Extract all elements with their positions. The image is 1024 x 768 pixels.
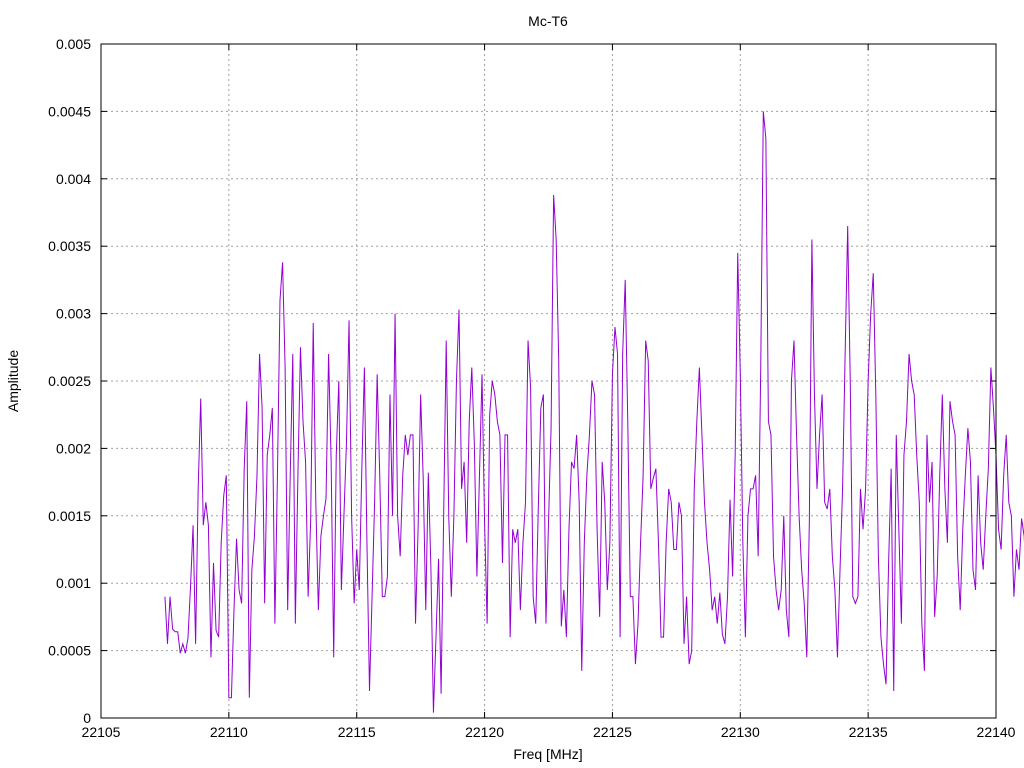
x-axis-label: Freq [MHz] [513, 746, 582, 762]
y-axis-label: Amplitude [5, 350, 21, 412]
x-tick-labels: 22105 22110 22115 22120 22125 22130 22135 22140 [82, 724, 1016, 740]
y-tick-label: 0.0035 [48, 238, 91, 254]
y-tick-label: 0.0005 [48, 643, 91, 659]
y-tick-label: 0 [83, 710, 91, 726]
x-tick-label: 22105 [82, 724, 121, 740]
y-tick-label: 0.001 [56, 575, 91, 591]
y-tick-label: 0.005 [56, 36, 91, 52]
y-tick-label: 0.0045 [48, 103, 91, 119]
series-line [164, 111, 1024, 713]
y-tick-labels: 0 0.0005 0.001 0.0015 0.002 0.0025 0.003 0.0035… [48, 36, 91, 726]
y-tick-label: 0.002 [56, 440, 91, 456]
x-tick-label: 22115 [338, 724, 376, 740]
x-tick-label: 22130 [721, 724, 760, 740]
y-tick-label: 0.004 [56, 171, 91, 187]
y-tick-label: 0.0025 [48, 373, 91, 389]
y-tick-label: 0.0015 [48, 508, 91, 524]
x-tick-label: 22140 [977, 724, 1016, 740]
y-tick-label: 0.003 [56, 306, 91, 322]
x-tick-label: 22120 [465, 724, 504, 740]
chart-svg: Mc-T6 22105 22110 22115 22120 22125 22130 2213… [5, 13, 1024, 762]
chart-title: Mc-T6 [528, 13, 568, 29]
x-tick-label: 22125 [593, 724, 632, 740]
grid-lines [101, 44, 996, 718]
x-tick-label: 22110 [210, 724, 248, 740]
x-tick-label: 22135 [849, 724, 888, 740]
